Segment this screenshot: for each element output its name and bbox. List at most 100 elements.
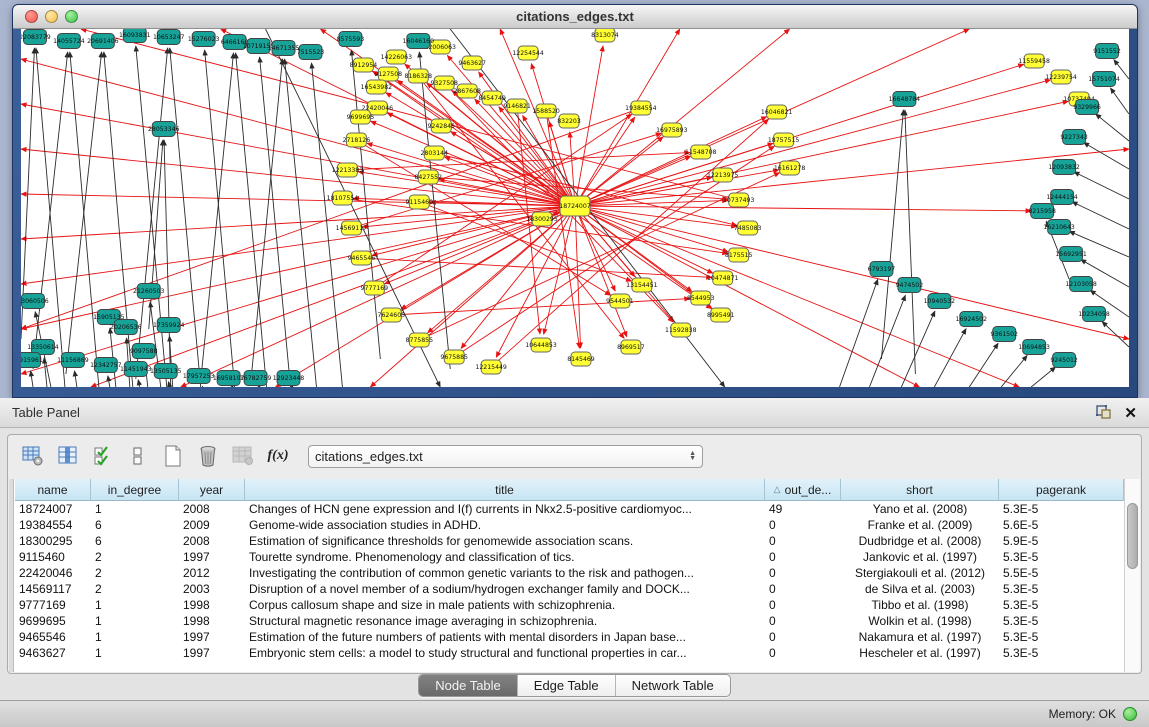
table-row[interactable]: 969969511998Structural magnetic resonanc… [15, 613, 1124, 629]
close-window-button[interactable] [25, 10, 38, 23]
graph-node[interactable]: 8145469 [567, 352, 595, 366]
graph-node[interactable]: 22083779 [21, 30, 51, 45]
graph-node[interactable]: 20691406 [87, 34, 119, 49]
graph-node[interactable]: 18107554 [327, 191, 359, 205]
select-all-icon[interactable] [90, 443, 116, 469]
table-row[interactable]: 911546021997Tourette syndrome. Phenomeno… [15, 549, 1124, 565]
graph-node[interactable]: 14055724 [53, 34, 85, 49]
graph-node[interactable]: 12254544 [512, 46, 544, 60]
graph-node[interactable]: 18724007 [559, 196, 591, 216]
scrollbar-thumb[interactable] [1127, 503, 1138, 569]
table-row[interactable]: 977716911998Corpus callosum shape and si… [15, 597, 1124, 613]
graph-node[interactable]: 15276023 [188, 32, 220, 47]
graph-node[interactable]: 3915961 [21, 353, 43, 368]
graph-node[interactable]: 12444154 [1046, 190, 1078, 205]
graph-node[interactable]: 8454749 [478, 91, 506, 105]
close-panel-icon[interactable]: ✕ [1124, 404, 1137, 422]
graph-node[interactable]: 12239754 [1045, 70, 1077, 84]
graph-node[interactable]: 9777169 [361, 281, 389, 295]
graph-node[interactable]: 9699695 [347, 110, 375, 124]
table-settings-icon[interactable] [20, 443, 46, 469]
graph-node[interactable]: 9361502 [990, 327, 1018, 342]
graph-node[interactable]: 9146821 [503, 99, 531, 113]
table-row[interactable]: 1456911722003Disruption of a novel membe… [15, 581, 1124, 597]
graph-node[interactable]: 16782759 [240, 371, 272, 386]
graph-node[interactable]: 832203 [557, 114, 581, 128]
graph-node[interactable]: 9227343 [1060, 130, 1088, 145]
graph-node[interactable]: 16210643 [1043, 220, 1075, 235]
table-row[interactable]: 1830029562008Estimation of significance … [15, 533, 1124, 549]
graph-node[interactable]: 9474502 [896, 278, 924, 293]
graph-node[interactable]: 16093831 [119, 29, 151, 43]
graph-node[interactable]: 12103058 [1065, 277, 1097, 292]
graph-node[interactable]: 10653247 [153, 30, 185, 45]
tab-edge-table[interactable]: Edge Table [518, 675, 616, 696]
graph-node[interactable]: 2718126 [343, 133, 371, 147]
column-header-year[interactable]: year [179, 479, 245, 501]
graph-node[interactable]: 11559458 [1018, 54, 1050, 68]
table-row[interactable]: 1872400712008Changes of HCN gene express… [15, 501, 1124, 517]
table-source-dropdown[interactable]: citations_edges.txt ▲▼ [308, 445, 703, 468]
network-canvas[interactable]: 1872400718300295891295414226063912750816… [21, 29, 1129, 387]
column-header-out_degree[interactable]: △out_de... [765, 479, 841, 501]
graph-node[interactable]: 8544953 [687, 291, 715, 305]
table-row[interactable]: 946554611997Estimation of the future num… [15, 629, 1124, 645]
graph-node[interactable]: 9465546 [348, 251, 376, 265]
minimize-window-button[interactable] [45, 10, 58, 23]
graph-node[interactable]: 13505135 [150, 364, 182, 379]
graph-node[interactable]: 13154451 [626, 278, 658, 292]
graph-node[interactable]: 16924502 [956, 312, 988, 327]
edit-table-columns-icon[interactable] [55, 443, 81, 469]
graph-node[interactable]: 7485083 [734, 221, 762, 235]
graph-node[interactable]: 10694853 [1018, 340, 1050, 355]
graph-node[interactable]: 9127508 [375, 67, 403, 81]
delete-table-icon[interactable] [195, 443, 221, 469]
graph-node[interactable]: 8775855 [406, 333, 434, 347]
row-options-icon[interactable] [125, 443, 151, 469]
graph-node[interactable]: 2803144 [420, 146, 448, 160]
graph-node[interactable]: 9544501 [606, 294, 634, 308]
graph-node[interactable]: 12342757 [90, 358, 122, 373]
graph-node[interactable]: 16046160 [403, 34, 435, 49]
graph-node[interactable]: 9115460 [406, 195, 434, 209]
tab-node-table[interactable]: Node Table [419, 675, 518, 696]
graph-node[interactable]: 28053346 [148, 122, 180, 137]
graph-node[interactable]: 15692951 [1055, 247, 1087, 262]
table-row[interactable]: 1938455462009Genome-wide association stu… [15, 517, 1124, 533]
graph-node[interactable]: 12093832 [1048, 160, 1080, 175]
graph-node[interactable]: 18757515 [768, 133, 800, 147]
graph-node[interactable]: 1588520 [532, 104, 560, 118]
table-row[interactable]: 946362711997Embryonic stem cells: a mode… [15, 645, 1124, 661]
graph-node[interactable]: 8186328 [405, 69, 433, 83]
network-view-window[interactable]: citations_edges.txt 18724007183002958912… [12, 4, 1138, 398]
column-header-title[interactable]: title [245, 479, 765, 501]
graph-node[interactable]: 12923448 [273, 371, 305, 386]
graph-node[interactable]: 8969517 [617, 340, 645, 354]
graph-node[interactable]: 8995491 [707, 308, 735, 322]
graph-node[interactable]: 14671355 [268, 41, 300, 56]
table-row[interactable]: 2242004622012Investigating the contribut… [15, 565, 1124, 581]
graph-node[interactable]: 9151552 [1093, 44, 1121, 59]
graph-node[interactable]: 14569117 [336, 221, 368, 235]
create-table-icon[interactable] [160, 443, 186, 469]
graph-node[interactable]: 10737493 [723, 193, 755, 207]
graph-node[interactable]: 16648784 [889, 92, 921, 107]
graph-node[interactable]: 14226063 [381, 50, 413, 64]
graph-node[interactable]: 12215449 [475, 360, 507, 374]
vertical-scrollbar[interactable] [1124, 479, 1140, 672]
column-header-in_degree[interactable]: in_degree [91, 479, 179, 501]
graph-node[interactable]: 17359924 [153, 318, 185, 333]
graph-node[interactable]: 8912954 [350, 58, 378, 72]
graph-node[interactable]: 9675885 [440, 350, 468, 364]
graph-node[interactable]: 8215958 [1028, 204, 1056, 219]
citation-network-graph[interactable]: 1872400718300295891295414226063912750816… [21, 29, 1129, 387]
graph-node[interactable]: 10644853 [525, 338, 557, 352]
graph-node[interactable]: 11592838 [665, 323, 697, 337]
memory-ok-indicator[interactable] [1123, 707, 1137, 721]
graph-node[interactable]: 8427552 [414, 170, 442, 184]
network-window-titlebar[interactable]: citations_edges.txt [13, 5, 1137, 29]
graph-node[interactable]: 6793197 [868, 262, 896, 277]
graph-node[interactable]: 10234058 [1078, 307, 1110, 322]
function-builder-icon[interactable]: f(x) [265, 443, 291, 469]
column-header-pagerank[interactable]: pagerank [999, 479, 1124, 501]
